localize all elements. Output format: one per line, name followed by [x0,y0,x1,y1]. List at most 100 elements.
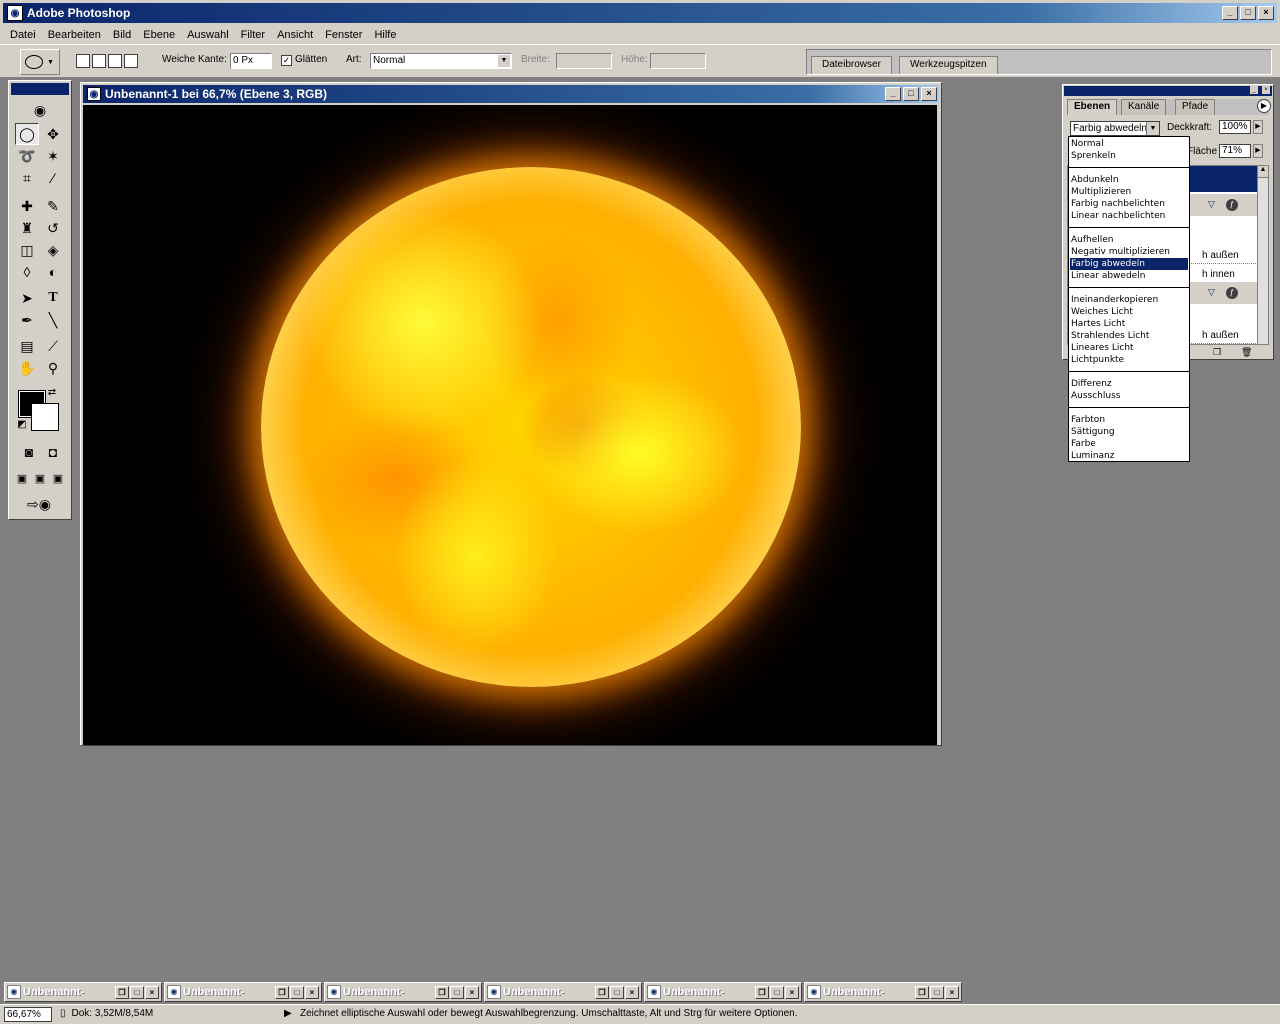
new-layer-icon[interactable]: ❐ [1213,347,1221,358]
minimized-document[interactable]: ◉ Unbenannt- ❐ □ × [484,982,642,1002]
eraser-icon[interactable]: ◫ [15,239,39,261]
blend-option-differenz[interactable]: Differenz [1070,378,1188,390]
menu-bearbeiten[interactable]: Bearbeiten [42,29,107,41]
pen-icon[interactable]: ✒ [15,309,39,331]
close-button[interactable]: × [145,985,159,999]
blend-option-ineinanderkopieren[interactable]: Ineinanderkopieren [1070,294,1188,306]
dodge-icon[interactable]: ◐ [41,261,65,283]
restore-button[interactable]: ❐ [915,985,929,999]
blend-option-farbig-nachbelichten[interactable]: Farbig nachbelichten [1070,198,1188,210]
close-button[interactable]: × [785,985,799,999]
tab-pfade[interactable]: Pfade [1175,99,1216,115]
fill-input[interactable]: 71% [1219,144,1251,158]
menu-hilfe[interactable]: Hilfe [368,29,402,41]
minimized-document[interactable]: ◉ Unbenannt- ❐ □ × [644,982,802,1002]
line-icon[interactable]: ╲ [41,309,65,331]
doc-minimize-button[interactable]: _ [885,87,901,101]
history-brush-icon[interactable]: ↺ [41,217,65,239]
maximize-button[interactable]: □ [290,985,304,999]
panel-menu-icon[interactable]: ▶ [1257,99,1271,113]
restore-button[interactable]: ❐ [755,985,769,999]
default-colors-icon[interactable]: ◩ [15,417,29,431]
tab-kanaele[interactable]: Kanäle [1121,99,1167,115]
menu-ansicht[interactable]: Ansicht [271,29,319,41]
expand-effects-icon[interactable]: ▽ [1208,199,1215,210]
doc-maximize-button[interactable]: □ [903,87,919,101]
paint-bucket-icon[interactable]: ◈ [41,239,65,261]
minimized-document[interactable]: ◉ Unbenannt- ❐ □ × [324,982,482,1002]
minimized-document[interactable]: ◉ Unbenannt- ❐ □ × [164,982,322,1002]
fill-slider-button[interactable]: ▶ [1253,144,1263,158]
blend-mode-select[interactable]: Farbig abwedeln ▼ [1070,121,1160,136]
maximize-button[interactable]: □ [610,985,624,999]
zoom-icon[interactable]: ⚲ [41,357,65,379]
photoshop-eye-icon[interactable]: ◉ [11,97,69,123]
maximize-button[interactable]: □ [770,985,784,999]
maximize-button[interactable]: □ [450,985,464,999]
hand-icon[interactable]: ✋ [15,357,39,379]
blur-icon[interactable]: ◊ [15,261,39,283]
close-button[interactable]: × [625,985,639,999]
blend-option-ausschluss[interactable]: Ausschluss [1070,390,1188,402]
status-menu-arrow-icon[interactable]: ▶ [284,1008,292,1019]
menu-auswahl[interactable]: Auswahl [181,29,235,41]
stamp-icon[interactable]: ♜ [15,217,39,239]
blend-option-luminanz[interactable]: Luminanz [1070,450,1188,462]
tool-preset-picker[interactable]: ▼ [20,49,60,75]
tab-dateibrowser[interactable]: Dateibrowser [811,56,892,74]
intersect-selection-mode-icon[interactable] [124,54,138,68]
crop-icon[interactable]: ⌗ [15,167,39,189]
feather-input[interactable]: 0 Px [230,53,272,69]
tab-ebenen[interactable]: Ebenen [1067,99,1118,115]
close-button[interactable]: × [465,985,479,999]
blend-option-aufhellen[interactable]: Aufhellen [1070,234,1188,246]
menu-fenster[interactable]: Fenster [319,29,368,41]
menu-bild[interactable]: Bild [107,29,137,41]
blend-option-weiches-licht[interactable]: Weiches Licht [1070,306,1188,318]
blend-option-multiplizieren[interactable]: Multiplizieren [1070,186,1188,198]
photoshop-app-icon[interactable]: ◉ [7,5,23,21]
subtract-selection-mode-icon[interactable] [108,54,122,68]
notes-icon[interactable]: ▤ [15,335,39,357]
brush-icon[interactable]: ✎ [41,195,65,217]
opacity-slider-button[interactable]: ▶ [1253,120,1263,134]
type-icon[interactable]: T [41,287,65,309]
close-button[interactable]: × [945,985,959,999]
maximize-button[interactable]: □ [130,985,144,999]
trash-icon[interactable]: 🗑 [1241,347,1252,358]
minimized-document[interactable]: ◉ Unbenannt- ❐ □ × [4,982,162,1002]
menu-filter[interactable]: Filter [235,29,271,41]
close-button[interactable]: × [1258,6,1274,20]
jump-to-imageready-icon[interactable]: ⇨◉ [19,493,59,515]
screen-mode-full-icon[interactable]: ▣ [49,467,67,489]
panel-minimize-button[interactable]: _ [1250,86,1258,94]
tab-werkzeugspitzen[interactable]: Werkzeugspitzen [899,56,998,74]
background-color-swatch[interactable] [31,403,59,431]
maximize-button[interactable]: □ [1240,6,1256,20]
menu-datei[interactable]: Datei [4,29,42,41]
document-icon[interactable]: ◉ [87,87,101,101]
blend-option-farbig-abwedeln[interactable]: Farbig abwedeln [1070,258,1188,270]
maximize-button[interactable]: □ [930,985,944,999]
scroll-up-icon[interactable]: ▲ [1258,166,1268,178]
standard-mode-icon[interactable]: ◙ [17,441,41,463]
blend-option-abdunkeln[interactable]: Abdunkeln [1070,174,1188,186]
style-select[interactable]: Normal ▼ [370,53,512,69]
restore-button[interactable]: ❐ [595,985,609,999]
lasso-icon[interactable]: ➰ [15,145,39,167]
blend-option-sprenkeln[interactable]: Sprenkeln [1070,150,1188,162]
blend-option-negativ-multiplizieren[interactable]: Negativ multiplizieren [1070,246,1188,258]
minimize-button[interactable]: _ [1222,6,1238,20]
menu-ebene[interactable]: Ebene [137,29,181,41]
blend-option-strahlendes-licht[interactable]: Strahlendes Licht [1070,330,1188,342]
zoom-input[interactable]: 66,67% [4,1007,52,1022]
path-select-icon[interactable]: ➤ [15,287,39,309]
new-selection-mode-icon[interactable] [76,54,90,68]
blend-option-lichtpunkte[interactable]: Lichtpunkte [1070,354,1188,366]
blend-option-saettigung[interactable]: Sättigung [1070,426,1188,438]
blend-option-hartes-licht[interactable]: Hartes Licht [1070,318,1188,330]
blend-option-lineares-licht[interactable]: Lineares Licht [1070,342,1188,354]
blend-option-farbton[interactable]: Farbton [1070,414,1188,426]
expand-effects-icon[interactable]: ▽ [1208,287,1215,298]
document-info-icon[interactable]: ▯ [60,1008,66,1019]
